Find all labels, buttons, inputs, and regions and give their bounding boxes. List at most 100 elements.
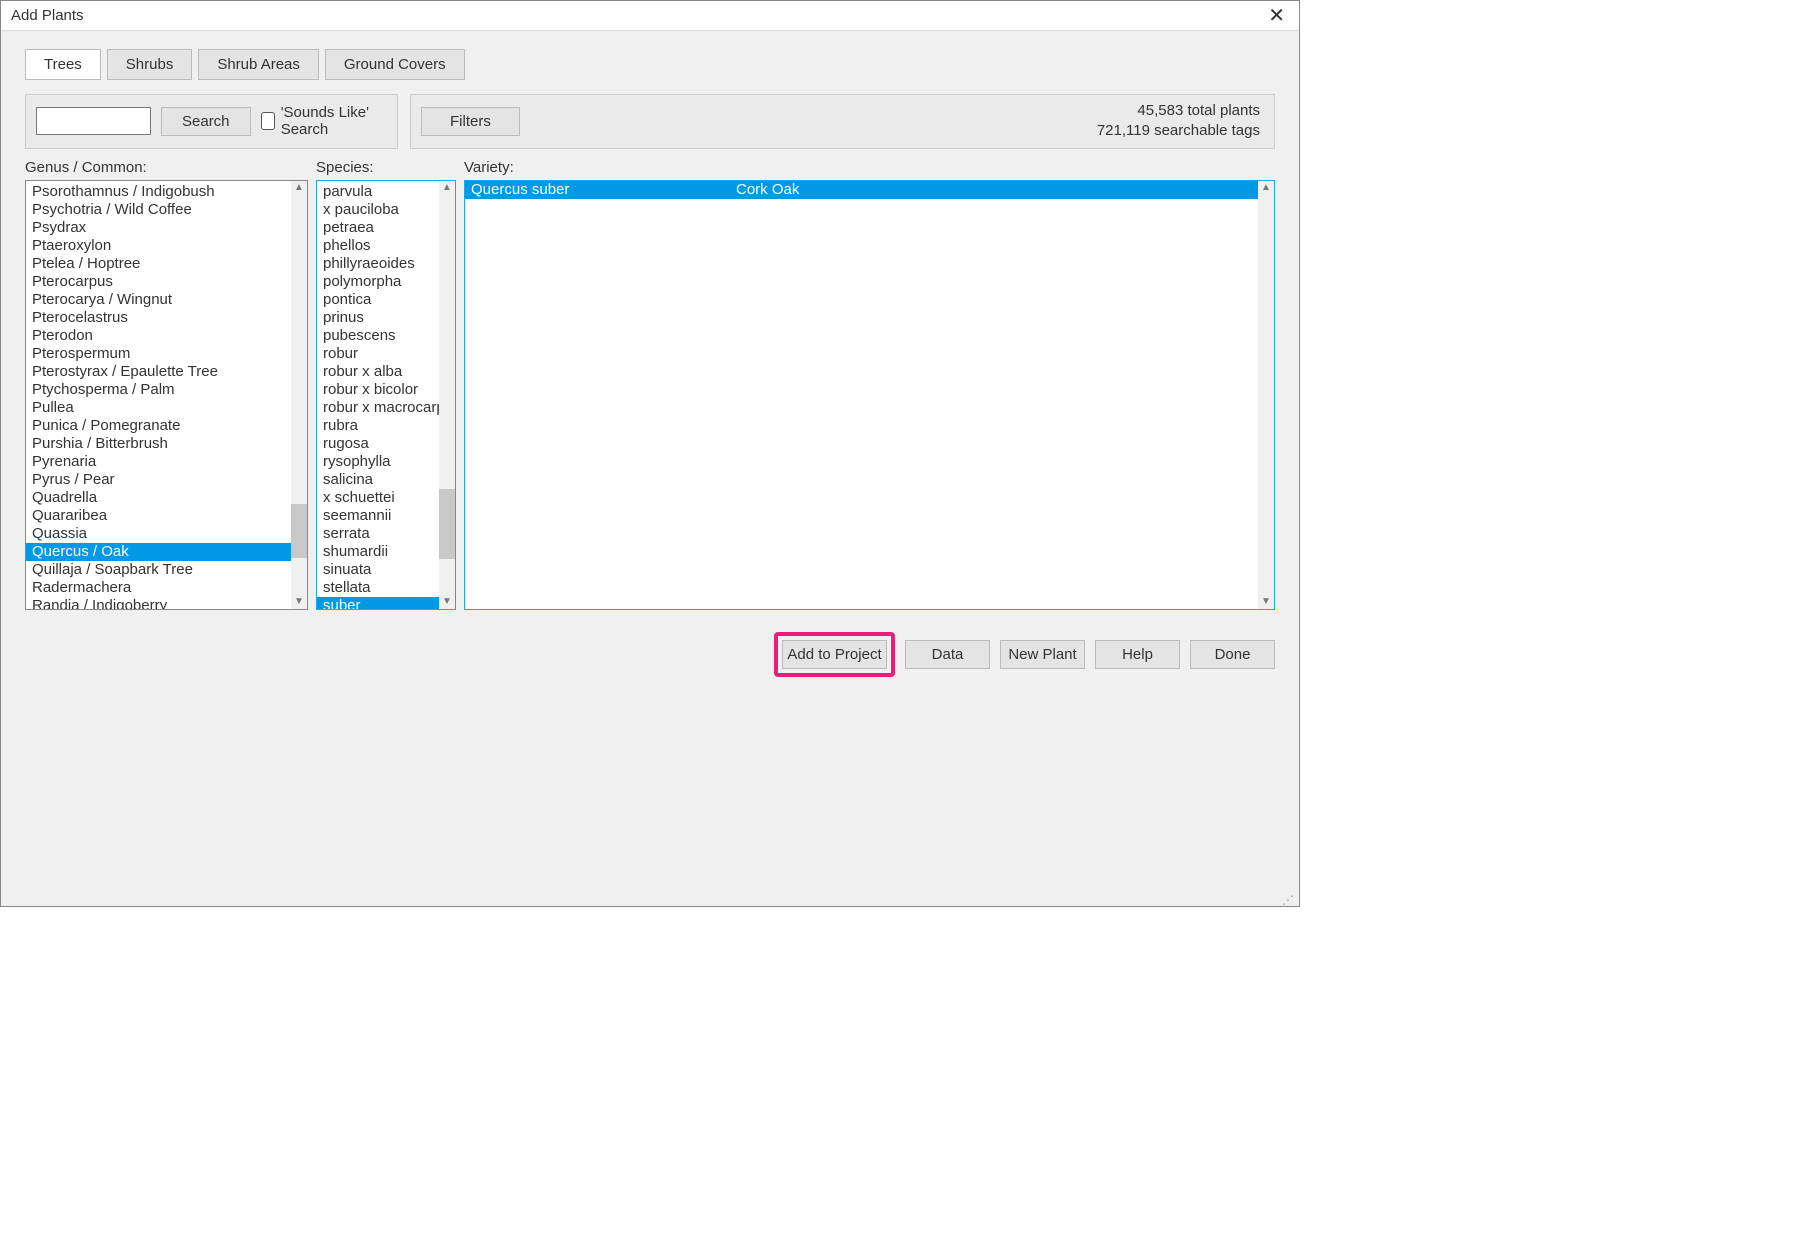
close-icon[interactable]: ✕ [1264,6,1289,26]
list-item[interactable]: Pterocarpus [26,273,291,291]
list-item[interactable]: Purshia / Bitterbrush [26,435,291,453]
filters-button[interactable]: Filters [421,107,520,136]
done-button[interactable]: Done [1190,640,1275,669]
columns-header: Genus / Common: Species: Variety: [25,159,1275,176]
list-item[interactable]: Pyrenaria [26,453,291,471]
columns: Psorothamnus / IndigobushPsychotria / Wi… [25,180,1275,610]
scroll-thumb[interactable] [291,504,307,558]
scroll-down-icon[interactable]: ▼ [294,595,304,609]
list-item[interactable]: Pterospermum [26,345,291,363]
list-item[interactable]: prinus [317,309,439,327]
list-item[interactable]: Radermachera [26,579,291,597]
tab-shrub-areas[interactable]: Shrub Areas [198,49,319,80]
list-item[interactable]: shumardii [317,543,439,561]
list-item[interactable]: stellata [317,579,439,597]
variety-name: Quercus suber [471,181,736,199]
list-item[interactable]: parvula [317,183,439,201]
list-item[interactable]: Randia / Indigoberry [26,597,291,609]
list-item[interactable]: robur x alba [317,363,439,381]
highlight-frame: Add to Project [774,632,895,677]
list-item[interactable]: rugosa [317,435,439,453]
list-item[interactable]: x pauciloba [317,201,439,219]
list-item[interactable]: polymorpha [317,273,439,291]
scroll-up-icon[interactable]: ▲ [442,181,452,195]
list-item[interactable]: pubescens [317,327,439,345]
checkbox-icon[interactable] [261,112,275,130]
search-button[interactable]: Search [161,107,251,136]
stats-block: 45,583 total plants 721,119 searchable t… [1097,101,1260,142]
list-item[interactable]: Quadrella [26,489,291,507]
list-item[interactable]: x schuettei [317,489,439,507]
species-column-label: Species: [316,159,456,176]
list-item[interactable]: Pyrus / Pear [26,471,291,489]
list-item[interactable]: Psydrax [26,219,291,237]
list-item[interactable]: Quercus / Oak [26,543,291,561]
list-item[interactable]: robur [317,345,439,363]
list-item[interactable]: suber [317,597,439,609]
list-item[interactable]: Ptelea / Hoptree [26,255,291,273]
list-item[interactable]: serrata [317,525,439,543]
stats-searchable-tags: 721,119 searchable tags [1097,121,1260,141]
list-item[interactable]: Psorothamnus / Indigobush [26,183,291,201]
resize-grip-icon[interactable]: ⋰ [1282,897,1296,903]
list-item[interactable]: Quassia [26,525,291,543]
help-button[interactable]: Help [1095,640,1180,669]
stats-total-plants: 45,583 total plants [1097,101,1260,121]
sounds-like-label: 'Sounds Like' Search [281,104,387,138]
list-item[interactable]: rysophylla [317,453,439,471]
scrollbar[interactable]: ▲ ▼ [291,181,307,609]
dialog-body: TreesShrubsShrub AreasGround Covers Sear… [1,31,1299,906]
scroll-up-icon[interactable]: ▲ [294,181,304,195]
list-item[interactable]: pontica [317,291,439,309]
tab-ground-covers[interactable]: Ground Covers [325,49,465,80]
footer-buttons: Add to Project Data New Plant Help Done [25,632,1275,677]
search-toolbar: Search 'Sounds Like' Search [25,94,398,149]
list-item[interactable]: sinuata [317,561,439,579]
add-to-project-button[interactable]: Add to Project [782,640,887,669]
list-item[interactable]: petraea [317,219,439,237]
toolbar-row: Search 'Sounds Like' Search Filters 45,5… [25,94,1275,149]
list-item[interactable]: phellos [317,237,439,255]
filters-toolbar: Filters 45,583 total plants 721,119 sear… [410,94,1275,149]
list-item[interactable]: Psychotria / Wild Coffee [26,201,291,219]
list-item[interactable]: Ptychosperma / Palm [26,381,291,399]
data-button[interactable]: Data [905,640,990,669]
list-item[interactable]: Pterocelastrus [26,309,291,327]
scroll-up-icon[interactable]: ▲ [1261,181,1271,195]
list-item[interactable]: Pterocarya / Wingnut [26,291,291,309]
search-input[interactable] [36,107,151,135]
scroll-thumb[interactable] [439,489,455,559]
list-item[interactable]: rubra [317,417,439,435]
list-item[interactable]: seemannii [317,507,439,525]
scrollbar[interactable]: ▲ ▼ [439,181,455,609]
sounds-like-checkbox[interactable]: 'Sounds Like' Search [261,104,387,138]
variety-listbox[interactable]: Quercus suberCork Oak ▲ ▼ [464,180,1275,610]
genus-listbox[interactable]: Psorothamnus / IndigobushPsychotria / Wi… [25,180,308,610]
new-plant-button[interactable]: New Plant [1000,640,1085,669]
list-item[interactable]: Pterostyrax / Epaulette Tree [26,363,291,381]
scrollbar[interactable]: ▲ ▼ [1258,181,1274,609]
species-listbox[interactable]: parvulax paucilobapetraeaphellosphillyra… [316,180,456,610]
titlebar: Add Plants ✕ [1,1,1299,31]
variety-row[interactable]: Quercus suberCork Oak [465,181,1258,199]
add-plants-dialog: Add Plants ✕ TreesShrubsShrub AreasGroun… [0,0,1300,907]
list-item[interactable]: salicina [317,471,439,489]
list-item[interactable]: Pullea [26,399,291,417]
category-tabs: TreesShrubsShrub AreasGround Covers [25,49,1275,80]
genus-column-label: Genus / Common: [25,159,308,176]
tab-shrubs[interactable]: Shrubs [107,49,193,80]
list-item[interactable]: robur x macrocarpa [317,399,439,417]
list-item[interactable]: Quillaja / Soapbark Tree [26,561,291,579]
list-item[interactable]: Punica / Pomegranate [26,417,291,435]
list-item[interactable]: Ptaeroxylon [26,237,291,255]
variety-common-name: Cork Oak [736,181,1252,199]
scroll-down-icon[interactable]: ▼ [442,595,452,609]
tab-trees[interactable]: Trees [25,49,101,80]
list-item[interactable]: robur x bicolor [317,381,439,399]
list-item[interactable]: Quararibea [26,507,291,525]
window-title: Add Plants [11,7,84,24]
scroll-down-icon[interactable]: ▼ [1261,595,1271,609]
list-item[interactable]: Pterodon [26,327,291,345]
variety-column-label: Variety: [464,159,1275,176]
list-item[interactable]: phillyraeoides [317,255,439,273]
